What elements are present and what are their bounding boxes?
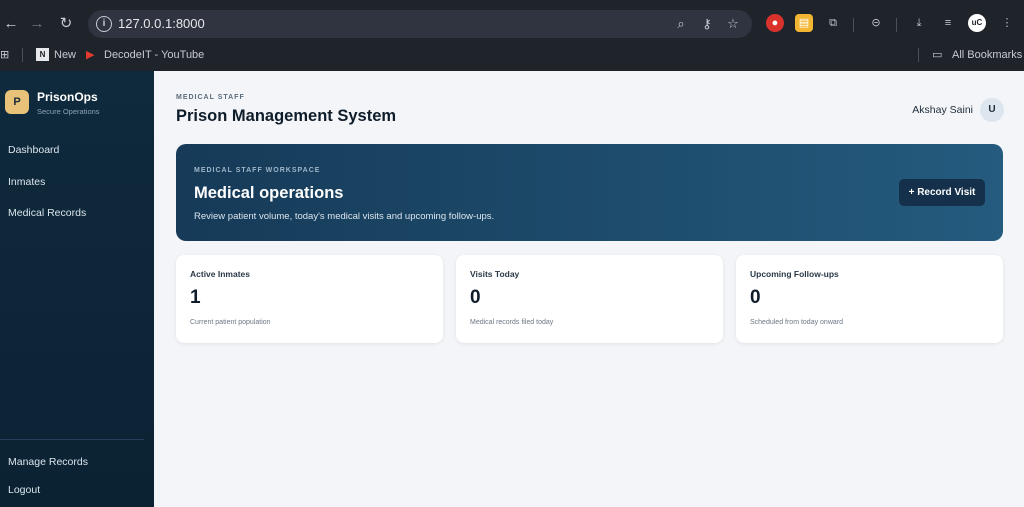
stat-card-upcoming-follow-ups: Upcoming Follow-ups 0 Scheduled from tod… [736,255,1003,343]
stat-card-visits-today: Visits Today 0 Medical records filed tod… [456,255,723,343]
stat-label: Upcoming Follow-ups [750,269,839,279]
toolbar-divider [896,18,897,32]
bookmark-new[interactable]: New [54,47,76,63]
menu-kebab-icon[interactable]: ⋮ [998,14,1016,32]
site-info-icon[interactable]: i [96,16,112,32]
stat-card-active-inmates: Active Inmates 1 Current patient populat… [176,255,443,343]
password-key-icon[interactable]: ⚷ [698,15,716,33]
brand-subtitle: Secure Operations [37,107,100,116]
sidebar: P PrisonOps Secure Operations Dashboard … [0,71,154,507]
bookmark-decodeit[interactable]: DecodeIT - YouTube [104,47,204,63]
sidebar-item-inmates[interactable]: Inmates [8,176,45,188]
folder-icon: ▭ [932,49,943,61]
stat-caption: Medical records filed today [470,319,554,326]
browser-chrome: ← → ↻ i 127.0.0.1:8000 ⌕ ⚷ ☆ ● ▤ ⧉ ⊝ ⤓ ≡… [0,0,1024,71]
toolbar-divider [853,18,854,32]
all-bookmarks[interactable]: All Bookmarks [952,47,1022,63]
incognito-icon[interactable]: ⊝ [867,14,885,32]
banner-eyebrow: MEDICAL STAFF WORKSPACE [194,167,321,174]
workspace-banner: MEDICAL STAFF WORKSPACE Medical operatio… [176,144,1003,241]
user-name[interactable]: Akshay Saini [912,104,973,116]
main-content: MEDICAL STAFF Prison Management System A… [154,71,1024,507]
brand-name: PrisonOps [37,90,98,104]
bookmark-star-icon[interactable]: ☆ [724,15,742,33]
page-eyebrow: MEDICAL STAFF [176,94,245,101]
bookmark-favicon-icon: N [36,48,49,61]
youtube-icon: ▶ [86,49,95,61]
record-visit-button[interactable]: + Record Visit [899,179,985,206]
stat-label: Visits Today [470,269,520,279]
extension-yellow-icon[interactable]: ▤ [795,14,813,32]
page-title: Prison Management System [176,107,397,125]
url-text[interactable]: 127.0.0.1:8000 [118,16,205,31]
extension-red-icon[interactable]: ● [766,14,784,32]
media-control-icon[interactable]: ≡ [939,14,957,32]
download-icon[interactable]: ⤓ [910,14,928,32]
zoom-icon[interactable]: ⌕ [672,15,690,33]
address-bar[interactable]: i 127.0.0.1:8000 ⌕ ⚷ ☆ [88,10,752,38]
stat-caption: Current patient population [190,319,271,326]
stat-value: 0 [470,287,481,308]
sidebar-divider [0,439,144,440]
forward-icon[interactable]: → [28,15,46,33]
brand-logo: P [5,90,29,114]
bookmarks-divider [918,48,919,62]
sidebar-item-dashboard[interactable]: Dashboard [8,144,59,156]
address-row: ← → ↻ i 127.0.0.1:8000 ⌕ ⚷ ☆ ● ▤ ⧉ ⊝ ⤓ ≡… [0,8,1024,40]
stat-label: Active Inmates [190,269,250,279]
stat-caption: Scheduled from today onward [750,319,843,326]
reload-icon[interactable]: ↻ [57,15,75,33]
sidebar-item-manage-records[interactable]: Manage Records [8,456,88,468]
sidebar-item-logout[interactable]: Logout [8,484,40,496]
apps-grid-icon[interactable]: ⊞ [0,47,9,63]
stat-value: 0 [750,287,761,308]
back-icon[interactable]: ← [2,15,20,33]
profile-avatar[interactable]: uC [968,14,986,32]
bookmarks-bar: ⊞ N New ▶ DecodeIT - YouTube ▭ All Bookm… [0,44,1024,66]
banner-title: Medical operations [194,184,344,202]
stat-value: 1 [190,287,201,308]
avatar[interactable]: U [980,98,1004,122]
banner-description: Review patient volume, today's medical v… [194,211,495,222]
extensions-puzzle-icon[interactable]: ⧉ [824,14,842,32]
sidebar-item-medical-records[interactable]: Medical Records [8,207,86,219]
bookmarks-divider [22,48,23,62]
